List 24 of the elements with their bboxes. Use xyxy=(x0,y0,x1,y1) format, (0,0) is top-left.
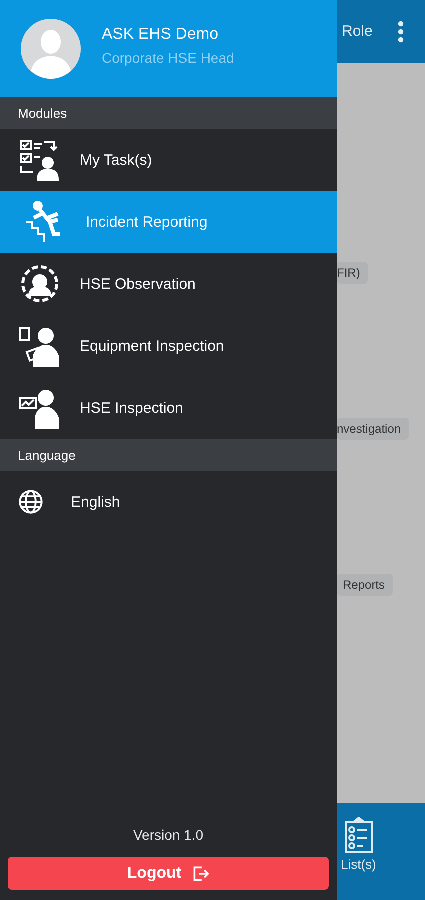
user-role: Corporate HSE Head xyxy=(102,50,234,66)
clipboard-icon xyxy=(344,817,374,853)
menu-item[interactable]: Equipment Inspection xyxy=(0,315,337,377)
module-chip[interactable]: Reports xyxy=(337,574,394,596)
menu-item[interactable]: Incident Reporting xyxy=(0,191,337,253)
menu-item[interactable]: English xyxy=(0,471,337,533)
globe-icon xyxy=(18,489,44,515)
user-name: ASK EHS Demo xyxy=(102,26,220,44)
menu-item[interactable]: HSE Inspection xyxy=(0,377,337,439)
menu-item[interactable]: HSE Observation xyxy=(0,253,337,315)
module-chip[interactable]: FIR) xyxy=(337,262,368,284)
app-bar-title: Role xyxy=(342,23,373,40)
version-text: Version 1.0 xyxy=(132,827,205,843)
module-chip[interactable]: nvestigation xyxy=(337,418,410,440)
menu-item[interactable]: My Task(s) xyxy=(0,129,337,191)
section-header: Language xyxy=(0,439,337,471)
worker-tablet-icon xyxy=(18,324,62,368)
more-icon[interactable] xyxy=(398,20,404,42)
logout-icon xyxy=(192,864,210,882)
list-tab[interactable]: List(s) xyxy=(337,803,376,900)
section-header: Modules xyxy=(0,97,337,129)
logout-button[interactable]: Logout xyxy=(8,857,329,890)
avatar-icon xyxy=(21,18,81,78)
checklist-worker-icon xyxy=(18,138,62,182)
